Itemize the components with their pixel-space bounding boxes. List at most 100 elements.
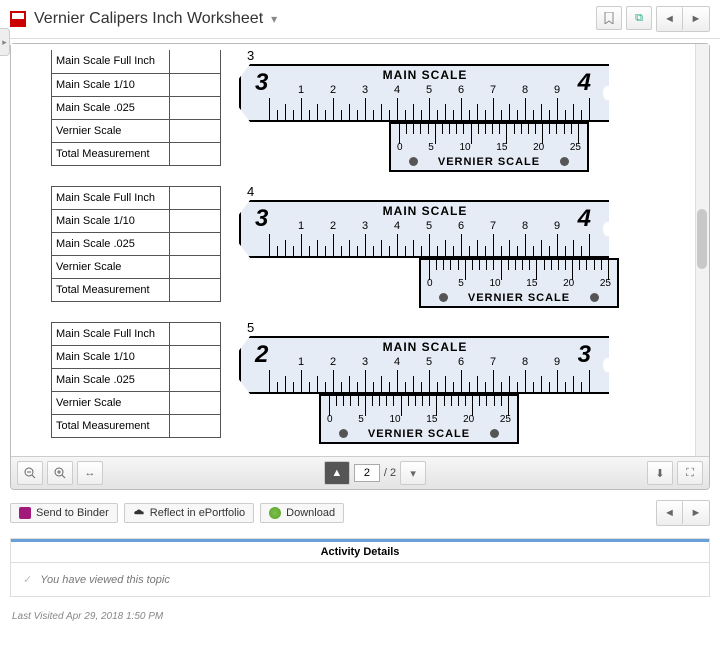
vernier-tick-number: 25 — [600, 278, 611, 289]
vernier-tick-number: 0 — [397, 142, 403, 153]
vernier-tick-number: 5 — [458, 278, 464, 289]
vernier-tick-number: 5 — [358, 414, 364, 425]
table-row-label: Main Scale 1/10 — [52, 73, 170, 96]
vernier-scale-label: VERNIER SCALE — [391, 156, 587, 168]
vernier-tick-number: 25 — [500, 414, 511, 425]
main-tick-number: 9 — [554, 84, 560, 96]
caliper-diagram: MAIN SCALE341234567890510152025VERNIER S… — [239, 54, 609, 176]
viewed-message: You have viewed this topic — [40, 574, 170, 586]
scrollbar[interactable] — [695, 44, 709, 456]
activity-details-header: Activity Details — [11, 539, 709, 563]
reflect-eportfolio-button[interactable]: Reflect in ePortfolio — [124, 503, 254, 523]
vernier-scale-label: VERNIER SCALE — [321, 428, 517, 440]
main-tick-number: 3 — [362, 220, 368, 232]
main-tick-number: 2 — [330, 220, 336, 232]
table-row-label: Main Scale Full Inch — [52, 323, 170, 346]
table-row-label: Total Measurement — [52, 279, 170, 302]
main-tick-number: 9 — [554, 356, 560, 368]
main-tick-number: 4 — [394, 356, 400, 368]
table-row-value — [170, 119, 221, 142]
table-row-label: Total Measurement — [52, 142, 170, 165]
measurement-table: Main Scale Full InchMain Scale 1/10Main … — [51, 50, 221, 166]
pdf-viewer: 3Main Scale Full InchMain Scale 1/10Main… — [10, 43, 710, 490]
download-icon — [269, 507, 281, 519]
main-tick-number: 2 — [330, 84, 336, 96]
main-tick-number: 3 — [362, 84, 368, 96]
table-row-label: Total Measurement — [52, 415, 170, 438]
main-tick-number: 8 — [522, 84, 528, 96]
fullscreen-button[interactable]: ⛶ — [677, 461, 703, 485]
zoom-in-button[interactable] — [47, 461, 73, 485]
check-icon: ✓ — [23, 573, 32, 586]
download-button[interactable]: Download — [260, 503, 344, 523]
title-dropdown[interactable]: ▾ — [271, 12, 277, 26]
main-tick-number: 6 — [458, 356, 464, 368]
main-tick-number: 1 — [298, 356, 304, 368]
table-row-value — [170, 96, 221, 119]
table-row-value — [170, 256, 221, 279]
page-total: / 2 — [384, 467, 396, 479]
caliper-diagram: MAIN SCALE231234567890510152025VERNIER S… — [239, 326, 609, 448]
table-row-label: Main Scale .025 — [52, 369, 170, 392]
vernier-tick-number: 10 — [489, 278, 500, 289]
worksheet-row: 4Main Scale Full InchMain Scale 1/10Main… — [51, 186, 685, 312]
worksheet-row: 5 Main Scale Full InchMain Scale 1/10Main… — [51, 322, 685, 448]
main-tick-number: 7 — [490, 220, 496, 232]
vernier-tick-number: 15 — [526, 278, 537, 289]
viewer-toolbar: ↔ ▲ / 2 ▾ ⬇ ⛶ — [11, 456, 709, 489]
table-row-value — [170, 187, 221, 210]
send-to-binder-button[interactable]: Send to Binder — [10, 503, 118, 523]
vernier-tick-number: 10 — [459, 142, 470, 153]
page-menu-button[interactable]: ▾ — [400, 461, 426, 485]
document-title: Vernier Calipers Inch Worksheet — [34, 10, 263, 28]
main-tick-number: 2 — [330, 356, 336, 368]
table-row-label: Main Scale Full Inch — [52, 187, 170, 210]
vernier-tick-number: 0 — [327, 414, 333, 425]
vernier-tick-number: 15 — [496, 142, 507, 153]
main-tick-number: 7 — [490, 84, 496, 96]
download-pdf-button[interactable]: ⬇ — [647, 461, 673, 485]
next-topic-button[interactable]: ► — [683, 7, 709, 31]
page-number-input[interactable] — [354, 464, 380, 482]
main-tick-number: 5 — [426, 356, 432, 368]
table-row-label: Main Scale 1/10 — [52, 210, 170, 233]
popout-button[interactable]: ⧉ — [626, 6, 652, 30]
fit-width-button[interactable]: ↔ — [77, 461, 103, 485]
vernier-tick-number: 20 — [563, 278, 574, 289]
main-scale-label: MAIN SCALE — [241, 68, 609, 82]
main-tick-number: 5 — [426, 220, 432, 232]
main-tick-number: 6 — [458, 220, 464, 232]
table-row-value — [170, 369, 221, 392]
main-tick-number: 7 — [490, 356, 496, 368]
table-row-value — [170, 210, 221, 233]
last-visited: Last Visited Apr 29, 2018 1:50 PM — [12, 611, 708, 622]
table-row-value — [170, 73, 221, 96]
main-tick-number: 4 — [394, 84, 400, 96]
table-row-label: Main Scale .025 — [52, 233, 170, 256]
next-activity-button[interactable]: ► — [683, 501, 709, 525]
table-row-label: Main Scale .025 — [52, 96, 170, 119]
bookmark-button[interactable] — [596, 6, 622, 30]
left-inch: 3 — [255, 69, 268, 97]
vernier-tick-number: 15 — [426, 414, 437, 425]
main-tick-number: 6 — [458, 84, 464, 96]
zoom-out-button[interactable] — [17, 461, 43, 485]
main-tick-number: 1 — [298, 220, 304, 232]
binder-icon — [19, 507, 31, 519]
vernier-tick-number: 5 — [428, 142, 434, 153]
measurement-table: Main Scale Full InchMain Scale 1/10Main … — [51, 322, 221, 438]
prev-activity-button[interactable]: ◄ — [657, 501, 683, 525]
table-row-value — [170, 415, 221, 438]
vernier-scale-label: VERNIER SCALE — [421, 292, 617, 304]
prev-topic-button[interactable]: ◄ — [657, 7, 683, 31]
measurement-table: Main Scale Full InchMain Scale 1/10Main … — [51, 186, 221, 302]
expand-sidebar-tab[interactable]: ▸ — [0, 28, 10, 56]
main-scale-label: MAIN SCALE — [241, 204, 609, 218]
vernier-tick-number: 25 — [570, 142, 581, 153]
page-up-button[interactable]: ▲ — [324, 461, 350, 485]
cloud-icon — [133, 507, 145, 519]
vernier-tick-number: 20 — [533, 142, 544, 153]
table-row-label: Main Scale Full Inch — [52, 50, 170, 73]
pdf-page: 3Main Scale Full InchMain Scale 1/10Main… — [11, 44, 709, 456]
main-tick-number: 5 — [426, 84, 432, 96]
